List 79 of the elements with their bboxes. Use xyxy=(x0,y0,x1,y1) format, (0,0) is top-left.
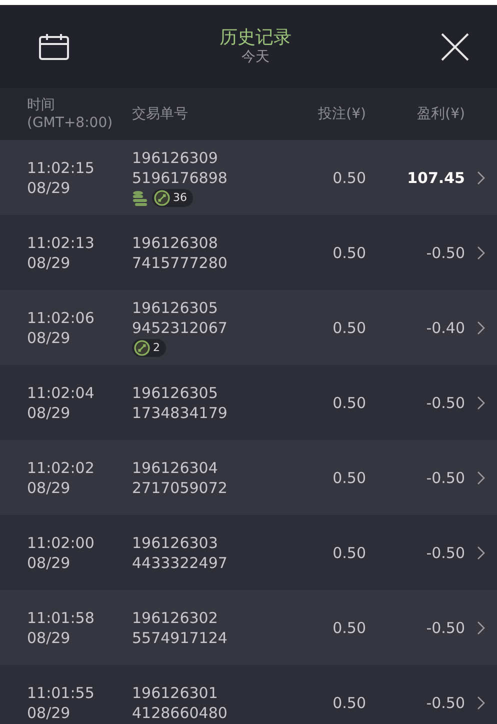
time-cell-text: 11:02:04 xyxy=(27,382,96,402)
history-row[interactable]: 11:01:55 08/29 196126301 4128660480 0.50 -0.50 xyxy=(0,665,497,724)
stake-cell-text: 0.50 xyxy=(332,392,366,412)
stake-cell-text: 0.50 xyxy=(332,242,366,262)
profit-cell-text: 107.45 xyxy=(406,168,465,186)
transaction-id: 4433322497 xyxy=(132,552,228,572)
chevron-icon xyxy=(477,246,485,260)
date-filter-label: 今天 xyxy=(242,49,270,66)
transaction-id: 196126305 xyxy=(132,298,219,318)
transaction-id: 196126304 xyxy=(132,458,219,478)
profit-cell-text: -0.50 xyxy=(425,694,465,712)
transaction-id: 2717059072 xyxy=(132,478,228,498)
coin-stack-icon xyxy=(132,190,148,206)
profit-cell-text: -0.50 xyxy=(425,544,465,562)
date-cell-text: 08/29 xyxy=(27,552,72,572)
transaction-id: 4128660480 xyxy=(132,702,228,722)
spin-badge: 36 xyxy=(152,189,193,207)
transaction-id: 5574917124 xyxy=(132,628,228,648)
profit-cell-text: -0.50 xyxy=(425,394,465,412)
transaction-id: 196126303 xyxy=(132,532,219,552)
date-cell-text: 08/29 xyxy=(27,252,72,272)
time-cell-text: 11:02:15 xyxy=(27,158,96,178)
profit-cell-text: -0.50 xyxy=(425,244,465,262)
date-cell-text: 08/29 xyxy=(27,402,72,422)
time-cell-text: 11:01:55 xyxy=(27,682,96,702)
stake-cell-text: 0.50 xyxy=(332,618,366,638)
transaction-id: 5196176898 xyxy=(132,168,228,188)
history-row[interactable]: 11:02:15 08/29 196126309 5196176898 36 0.50 107.45 xyxy=(0,140,497,215)
date-cell-text: 08/29 xyxy=(27,702,72,722)
date-cell-text: 08/29 xyxy=(27,628,72,648)
date-cell-text: 08/29 xyxy=(27,328,72,348)
spin-icon xyxy=(154,190,170,206)
date-cell-text: 08/29 xyxy=(27,478,72,498)
profit-cell-text: -0.50 xyxy=(425,618,465,636)
calendar-button[interactable] xyxy=(38,32,70,60)
transaction-id: 196126302 xyxy=(132,608,219,628)
time-cell-text: 11:01:58 xyxy=(27,608,96,628)
time-cell-text: 11:02:06 xyxy=(27,308,96,328)
column-header: 投注(¥) xyxy=(317,105,366,123)
chevron-icon xyxy=(477,620,485,634)
chevron-icon xyxy=(477,320,485,334)
transaction-id: 9452312067 xyxy=(132,318,228,338)
stake-cell-text: 0.50 xyxy=(332,168,366,188)
history-row[interactable]: 11:02:04 08/29 196126305 1734834179 0.50 -0.50 xyxy=(0,365,497,440)
transaction-id: 196126308 xyxy=(132,232,219,252)
transaction-id: 196126301 xyxy=(132,682,219,702)
close-button[interactable] xyxy=(441,32,469,60)
transaction-id: 196126309 xyxy=(132,148,219,168)
time-cell-text: 11:02:02 xyxy=(27,458,96,478)
time-cell-text: 11:02:13 xyxy=(27,232,96,252)
profit-cell-text: -0.50 xyxy=(425,468,465,486)
stake-cell-text: 0.50 xyxy=(332,542,366,562)
date-cell-text: 08/29 xyxy=(27,178,72,198)
stake-cell-text: 0.50 xyxy=(332,692,366,712)
stake-cell-text: 0.50 xyxy=(332,468,366,488)
chevron-icon xyxy=(477,696,485,710)
transaction-id: 196126305 xyxy=(132,382,219,402)
history-row[interactable]: 11:01:58 08/29 196126302 5574917124 0.50 -0.50 xyxy=(0,590,497,665)
time-cell-text: 11:02:00 xyxy=(27,532,96,552)
calendar-icon xyxy=(38,32,70,60)
column-header: 盈利(¥) xyxy=(416,105,465,123)
spin-badge: 2 xyxy=(132,339,166,357)
history-row[interactable]: 11:02:02 08/29 196126304 2717059072 0.50 -0.50 xyxy=(0,440,497,515)
column-header: 交易单号 xyxy=(132,105,189,123)
stake-cell-text: 0.50 xyxy=(332,318,366,338)
transaction-id: 7415777280 xyxy=(132,252,228,272)
chevron-icon xyxy=(477,470,485,484)
column-header: 时间 (GMT+8:00) xyxy=(27,96,114,132)
transaction-id: 1734834179 xyxy=(132,402,228,422)
history-row[interactable]: 11:02:06 08/29 196126305 9452312067 2 0.50 -0.40 xyxy=(0,290,497,365)
chevron-icon xyxy=(477,170,485,184)
chevron-icon xyxy=(477,396,485,410)
history-row[interactable]: 11:02:00 08/29 196126303 4433322497 0.50 -0.50 xyxy=(0,515,497,590)
history-row[interactable]: 11:02:13 08/29 196126308 7415777280 0.50 -0.50 xyxy=(0,215,497,290)
close-icon xyxy=(441,32,469,60)
profit-cell-text: -0.40 xyxy=(425,318,465,336)
spin-icon xyxy=(134,340,150,356)
chevron-icon xyxy=(477,546,485,560)
page-title: 历史记录 xyxy=(220,27,292,49)
